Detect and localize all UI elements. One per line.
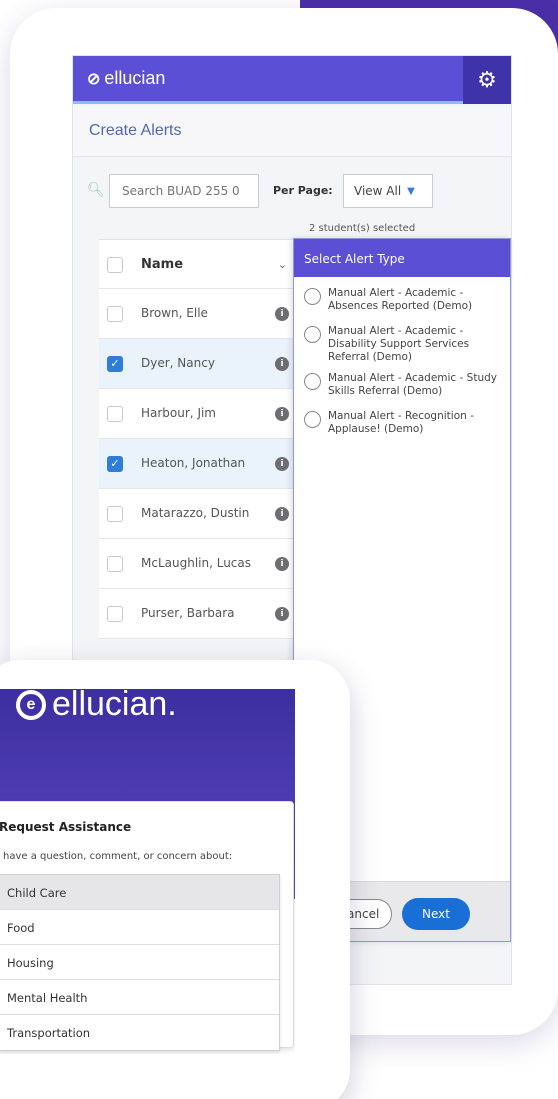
- alert-option-label: Manual Alert - Academic - Disability Sup…: [328, 325, 470, 363]
- page-title: Create Alerts: [89, 122, 182, 139]
- gear-icon: ⚙: [477, 67, 497, 93]
- per-page-select[interactable]: View All ▼: [343, 174, 433, 208]
- table-row[interactable]: Matarazzo, Dustin i: [99, 489, 295, 539]
- select-all-checkbox[interactable]: [107, 257, 123, 273]
- row-checkbox[interactable]: [107, 506, 123, 522]
- info-icon[interactable]: i: [275, 507, 289, 521]
- next-button[interactable]: Next: [402, 898, 470, 930]
- row-checkbox[interactable]: ✓: [107, 356, 123, 372]
- topic-dropdown-list: Child Care Food Housing Mental Health Tr…: [0, 874, 280, 1051]
- table-header-row: Name ⌄: [99, 240, 295, 289]
- row-checkbox[interactable]: [107, 606, 123, 622]
- alert-radio[interactable]: [304, 326, 321, 343]
- alert-panel-title: Select Alert Type: [294, 239, 510, 277]
- table-row[interactable]: Harbour, Jim i: [99, 389, 295, 439]
- row-checkbox[interactable]: [107, 306, 123, 322]
- settings-button[interactable]: ⚙: [463, 56, 511, 104]
- search-input[interactable]: [109, 174, 259, 208]
- ellucian-logo[interactable]: ⊘ ellucian: [87, 68, 165, 89]
- name-column-header[interactable]: Name: [141, 257, 183, 272]
- student-table: Name ⌄ Brown, Elle i ✓ Dyer, Nancy i Har…: [99, 239, 295, 639]
- alert-radio[interactable]: [304, 411, 321, 428]
- alert-option-label: Manual Alert - Academic - Absences Repor…: [328, 287, 473, 312]
- chevron-down-icon[interactable]: ⌄: [278, 258, 287, 271]
- table-row[interactable]: Brown, Elle i: [99, 289, 295, 339]
- per-page-label: Per Page:: [273, 184, 333, 197]
- topic-option[interactable]: Child Care: [0, 875, 279, 910]
- info-icon[interactable]: i: [275, 357, 289, 371]
- row-checkbox[interactable]: [107, 406, 123, 422]
- logo-text: ellucian.: [52, 689, 177, 723]
- student-name: Dyer, Nancy: [141, 356, 215, 370]
- row-checkbox[interactable]: ✓: [107, 456, 123, 472]
- info-icon[interactable]: i: [275, 607, 289, 621]
- topic-option[interactable]: Housing: [0, 945, 279, 980]
- topic-option[interactable]: Food: [0, 910, 279, 945]
- search-icon: 🔍︎: [87, 182, 105, 198]
- alert-radio[interactable]: [304, 373, 321, 390]
- alert-option[interactable]: Manual Alert - Academic - Disability Sup…: [304, 325, 504, 364]
- table-row[interactable]: Purser, Barbara i: [99, 589, 295, 639]
- student-name: Purser, Barbara: [141, 606, 235, 620]
- per-page-value: View All: [354, 184, 402, 198]
- ellucian-logo-icon: e: [16, 689, 46, 720]
- student-name: Harbour, Jim: [141, 406, 216, 420]
- logo-text: ellucian: [104, 68, 166, 88]
- alert-option[interactable]: Manual Alert - Recognition - Applause! (…: [304, 410, 504, 440]
- alert-radio[interactable]: [304, 288, 321, 305]
- app-header: ⊘ ellucian ⚙: [73, 56, 511, 104]
- table-row[interactable]: ✓ Dyer, Nancy i: [99, 339, 295, 389]
- student-name: McLaughlin, Lucas: [141, 556, 252, 570]
- alert-option[interactable]: Manual Alert - Academic - Absences Repor…: [304, 287, 504, 317]
- alert-option-label: Manual Alert - Recognition - Applause! (…: [328, 410, 474, 435]
- caret-down-icon: ▼: [407, 185, 415, 197]
- info-icon[interactable]: i: [275, 307, 289, 321]
- topic-option[interactable]: Mental Health: [0, 980, 279, 1015]
- topic-option[interactable]: Transportation: [0, 1015, 279, 1050]
- mobile-screen: e ellucian. Request Assistance have a qu…: [0, 689, 295, 1054]
- student-name: Brown, Elle: [141, 306, 208, 320]
- request-title: Request Assistance: [0, 820, 132, 834]
- ellucian-logo-icon: ⊘: [87, 70, 101, 88]
- table-row[interactable]: McLaughlin, Lucas i: [99, 539, 295, 589]
- alert-option[interactable]: Manual Alert - Academic - Study Skills R…: [304, 372, 504, 402]
- info-icon[interactable]: i: [275, 557, 289, 571]
- student-name: Matarazzo, Dustin: [141, 506, 250, 520]
- alert-options-list: Manual Alert - Academic - Absences Repor…: [294, 277, 510, 440]
- request-assistance-card: e ellucian. Request Assistance have a qu…: [0, 660, 350, 1099]
- alert-option-label: Manual Alert - Academic - Study Skills R…: [328, 372, 497, 397]
- table-row[interactable]: ✓ Heaton, Jonathan i: [99, 439, 295, 489]
- info-icon[interactable]: i: [275, 407, 289, 421]
- selected-count: 2 student(s) selected: [309, 223, 416, 234]
- row-checkbox[interactable]: [107, 556, 123, 572]
- request-form: Request Assistance have a question, comm…: [0, 801, 294, 1051]
- info-icon[interactable]: i: [275, 457, 289, 471]
- subheader: Create Alerts: [73, 107, 511, 157]
- request-prompt: have a question, comment, or concern abo…: [3, 851, 233, 862]
- student-name: Heaton, Jonathan: [141, 456, 246, 470]
- ellucian-logo: e ellucian.: [16, 689, 177, 724]
